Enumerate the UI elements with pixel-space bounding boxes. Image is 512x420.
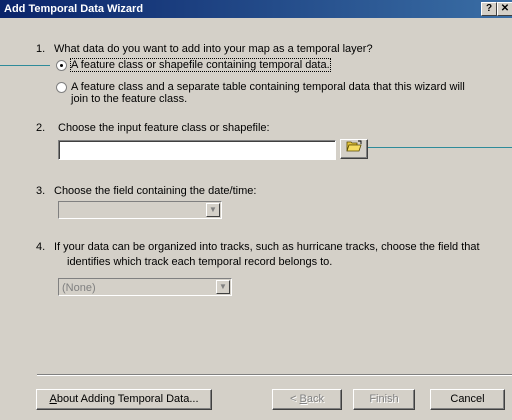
title-bar: Add Temporal Data Wizard ? ✕ <box>0 0 512 18</box>
track-field-combo[interactable]: (None) ▼ <box>58 278 232 296</box>
back-button-label: ack <box>306 393 324 405</box>
q2-question: Choose the input feature class or shapef… <box>58 122 270 134</box>
q1-question: What data do you want to add into your m… <box>54 43 373 55</box>
track-field-value: (None) <box>62 282 96 294</box>
date-time-field-combo[interactable]: ▼ <box>58 201 222 219</box>
separator <box>37 374 512 376</box>
about-button-label: bout Adding Temporal Data... <box>56 393 199 405</box>
radio-feature-class-and-table[interactable] <box>56 82 67 93</box>
help-button[interactable]: ? <box>481 2 497 16</box>
q3-question: Choose the field containing the date/tim… <box>54 185 257 197</box>
back-button[interactable]: < Back <box>272 389 342 410</box>
chevron-down-icon[interactable]: ▼ <box>206 203 220 217</box>
callout-line-right <box>368 147 512 148</box>
option-feature-class-only-label[interactable]: A feature class or shapefile containing … <box>70 58 331 72</box>
about-button-mnemonic: A <box>49 393 57 405</box>
wizard-window: Add Temporal Data Wizard ? ✕ 1. What dat… <box>0 0 512 420</box>
open-folder-icon <box>346 140 362 156</box>
callout-line-left <box>0 65 50 66</box>
q1-number: 1. <box>36 43 46 55</box>
back-button-mnemonic: B <box>299 393 307 405</box>
q2-number: 2. <box>36 122 46 134</box>
input-feature-class-field[interactable] <box>58 140 336 160</box>
option-feature-class-and-table-label[interactable]: A feature class and a separate table con… <box>71 81 465 93</box>
chevron-down-icon[interactable]: ▼ <box>216 280 230 294</box>
q4-question: If your data can be organized into track… <box>54 241 480 253</box>
browse-button[interactable] <box>340 139 368 159</box>
q4-number: 4. <box>36 241 46 253</box>
back-button-prefix: < <box>290 393 300 405</box>
about-temporal-data-button[interactable]: About Adding Temporal Data... <box>36 389 212 410</box>
q3-number: 3. <box>36 185 46 197</box>
q4-question-cont: identifies which track each temporal rec… <box>67 256 333 268</box>
window-title: Add Temporal Data Wizard <box>4 3 144 15</box>
finish-button[interactable]: Finish <box>353 389 415 410</box>
option-feature-class-and-table-label-cont: join to the feature class. <box>71 93 188 105</box>
cancel-button[interactable]: Cancel <box>430 389 505 410</box>
radio-feature-class-only[interactable] <box>56 60 67 71</box>
close-button[interactable]: ✕ <box>497 2 512 16</box>
